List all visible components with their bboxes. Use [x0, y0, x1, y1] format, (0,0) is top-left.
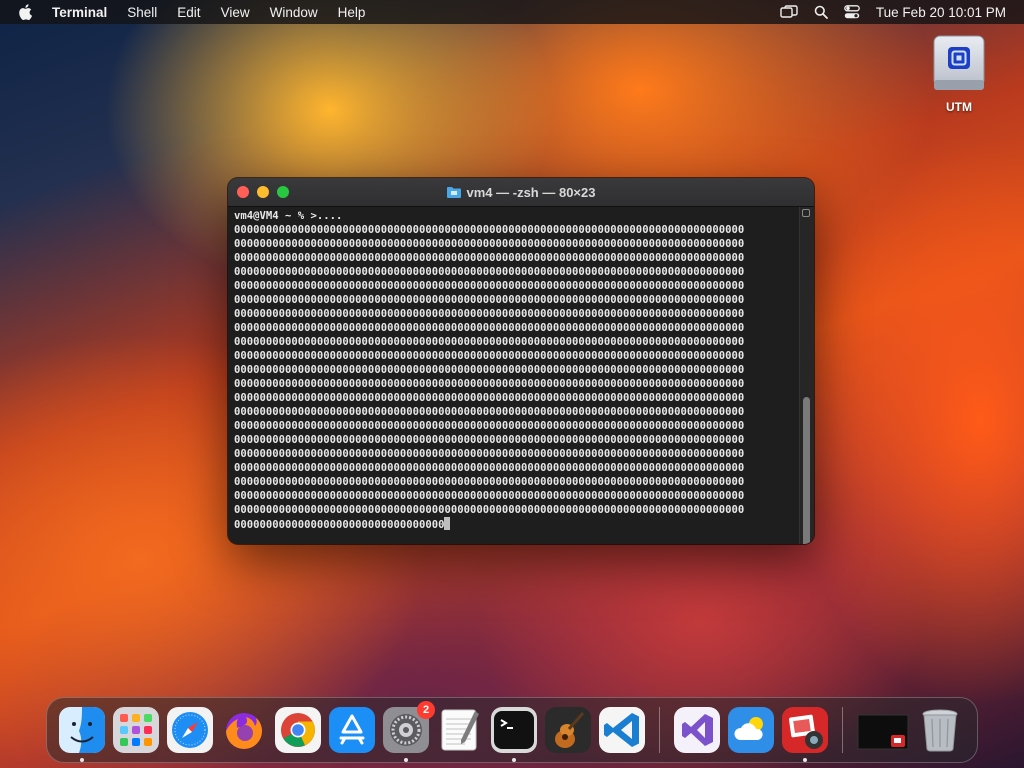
- terminal-icon: [491, 707, 537, 753]
- output-line: 0000000000000000000000000000000000000000…: [234, 448, 745, 460]
- minimize-button[interactable]: [257, 186, 269, 198]
- firefox-icon: [226, 713, 262, 749]
- scrollbar-marker-icon: [802, 209, 810, 217]
- scrollbar-thumb[interactable]: [803, 397, 810, 544]
- dock-app-store[interactable]: [329, 707, 375, 753]
- running-indicator: [80, 758, 84, 762]
- output-line: 0000000000000000000000000000000000000000…: [234, 434, 745, 446]
- utm-label: UTM: [946, 100, 972, 114]
- output-line: 0000000000000000000000000000000000000000…: [234, 476, 745, 488]
- menu-edit[interactable]: Edit: [177, 5, 200, 20]
- desktop-utm-drive[interactable]: UTM: [924, 34, 994, 114]
- dock-window-thumbnail[interactable]: [857, 707, 909, 753]
- close-button[interactable]: [237, 186, 249, 198]
- output-line: 0000000000000000000000000000000000000000…: [234, 294, 745, 306]
- menu-bar-clock[interactable]: Tue Feb 20 10:01 PM: [876, 5, 1006, 20]
- window-title-text: vm4 — -zsh — 80×23: [466, 184, 596, 200]
- terminal-scrollbar[interactable]: [799, 207, 814, 544]
- safari-icon: [167, 707, 213, 753]
- menu-window[interactable]: Window: [270, 5, 318, 20]
- output-line: 0000000000000000000000000000000000000000…: [234, 238, 745, 250]
- dock-firefox[interactable]: [221, 707, 267, 753]
- output-line: 0000000000000000000000000000000000000000…: [234, 420, 745, 432]
- dock-launchpad[interactable]: [113, 707, 159, 753]
- apple-menu-icon[interactable]: [18, 4, 32, 20]
- menu-app-terminal[interactable]: Terminal: [52, 5, 107, 20]
- output-line: 0000000000000000000000000000000000000000…: [234, 252, 745, 264]
- output-line: 0000000000000000000000000000000000000000…: [234, 406, 745, 418]
- menu-bar: Terminal Shell Edit View Window Help Tue…: [0, 0, 1024, 24]
- dock-chrome[interactable]: [275, 707, 321, 753]
- launchpad-icon: [113, 707, 159, 753]
- dock-trash[interactable]: [917, 707, 963, 753]
- terminal-output[interactable]: vm4@VM4 ~ % >.... 00000000000000000000000…: [228, 207, 800, 544]
- vscode-icon: [599, 707, 645, 753]
- terminal-window[interactable]: vm4 — -zsh — 80×23 vm4@VM4 ~ % >.... 0000…: [228, 178, 814, 544]
- dock-textedit[interactable]: [437, 707, 483, 753]
- dock-safari[interactable]: [167, 707, 213, 753]
- output-line: 0000000000000000000000000000000000000000…: [234, 336, 745, 348]
- running-indicator: [512, 758, 516, 762]
- dock-terminal[interactable]: [491, 707, 537, 762]
- output-line: 0000000000000000000000000000000000000000…: [234, 364, 745, 376]
- running-indicator: [803, 758, 807, 762]
- chrome-icon: [275, 707, 321, 753]
- dock-finder[interactable]: [59, 707, 105, 762]
- spotlight-search-icon[interactable]: [814, 5, 828, 19]
- output-line: 0000000000000000000000000000000000000000…: [234, 308, 745, 320]
- screen-mirroring-icon[interactable]: [780, 5, 798, 19]
- visual-studio-icon: [674, 707, 720, 753]
- running-indicator: [404, 758, 408, 762]
- output-line: 0000000000000000000000000000000000000000…: [234, 322, 745, 334]
- dock-separator: [842, 707, 843, 753]
- dock-weather[interactable]: [728, 707, 774, 753]
- output-line: 0000000000000000000000000000000000000000…: [234, 490, 745, 502]
- menu-view[interactable]: View: [221, 5, 250, 20]
- app-store-icon: [329, 707, 375, 753]
- output-line: 0000000000000000000000000000000000000000…: [234, 378, 745, 390]
- dock-visual-studio[interactable]: [674, 707, 720, 753]
- output-line: 0000000000000000000000000000000000000000…: [234, 462, 745, 474]
- textedit-icon: [441, 709, 479, 751]
- output-line: 0000000000000000000000000000000000000000…: [234, 224, 745, 236]
- garageband-icon: [545, 707, 591, 753]
- last-output-line: 000000000000000000000000000000000: [234, 517, 800, 532]
- dock-vscode[interactable]: [599, 707, 645, 753]
- window-title: vm4 — -zsh — 80×23: [228, 178, 814, 206]
- window-thumbnail-icon: [857, 714, 909, 750]
- folder-icon: [446, 187, 461, 198]
- finder-icon: [59, 707, 105, 753]
- menu-shell[interactable]: Shell: [127, 5, 157, 20]
- dock-system-settings[interactable]: 2: [383, 701, 435, 762]
- output-line: 0000000000000000000000000000000000000000…: [234, 392, 745, 404]
- control-center-icon[interactable]: [844, 5, 860, 19]
- trash-icon: [922, 709, 958, 752]
- notification-badge: 2: [417, 701, 435, 719]
- output-line: 0000000000000000000000000000000000000000…: [234, 504, 745, 516]
- output-line: 0000000000000000000000000000000000000000…: [234, 266, 745, 278]
- dock-garageband[interactable]: [545, 707, 591, 753]
- photo-booth-icon: [782, 707, 828, 753]
- prompt-line: vm4@VM4 ~ % >....: [234, 210, 343, 222]
- text-cursor: [444, 517, 451, 530]
- utm-disk-icon: [933, 35, 985, 90]
- weather-icon: [728, 707, 774, 753]
- output-line: 0000000000000000000000000000000000000000…: [234, 280, 745, 292]
- menu-help[interactable]: Help: [338, 5, 366, 20]
- dock-separator: [659, 707, 660, 753]
- zoom-button[interactable]: [277, 186, 289, 198]
- output-line: 0000000000000000000000000000000000000000…: [234, 350, 745, 362]
- dock: 2: [46, 697, 978, 763]
- dock-photo-booth[interactable]: [782, 707, 828, 762]
- terminal-titlebar[interactable]: vm4 — -zsh — 80×23: [228, 178, 814, 207]
